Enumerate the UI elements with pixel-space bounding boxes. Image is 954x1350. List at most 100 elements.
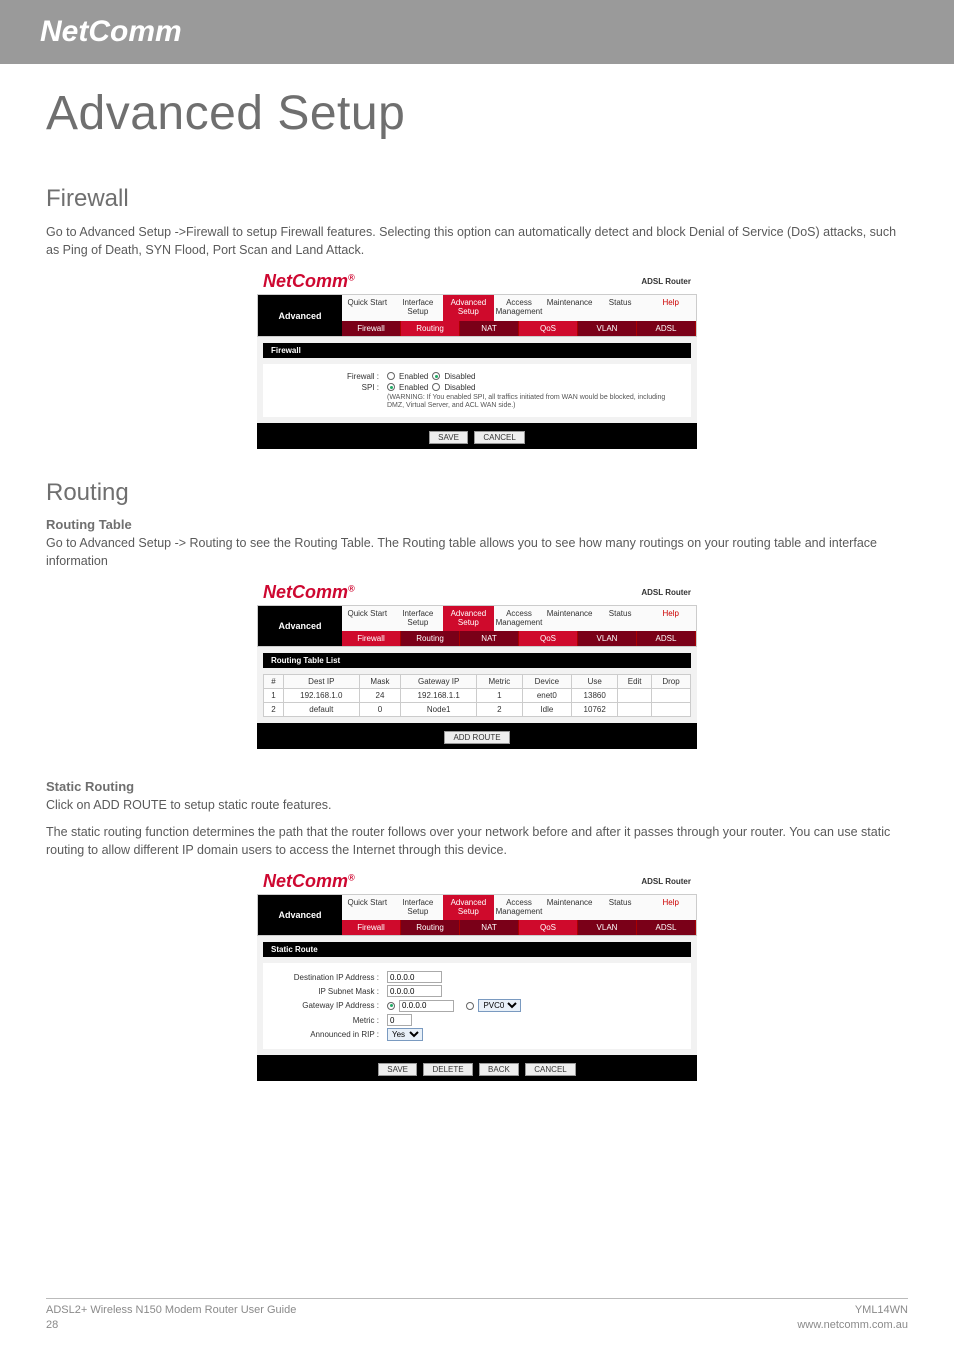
add-route-button[interactable]: ADD ROUTE: [444, 731, 509, 744]
ss-left-label-2: Advanced: [258, 606, 342, 647]
dest-ip-input[interactable]: [387, 971, 442, 983]
routing-section-title: Routing: [46, 479, 908, 507]
tab-quick-start[interactable]: Quick Start: [342, 295, 393, 321]
opt-disabled: Disabled: [444, 372, 475, 381]
subtab-firewall[interactable]: Firewall: [342, 321, 401, 336]
tab-help-3[interactable]: Help: [645, 895, 696, 921]
th-use: Use: [572, 675, 618, 689]
tab-advanced-setup[interactable]: Advanced Setup: [443, 295, 494, 321]
ss-logo: NetComm: [263, 271, 348, 291]
table-row: 1 192.168.1.0 24 192.168.1.1 1 enet0 138…: [264, 689, 691, 703]
save-button[interactable]: SAVE: [429, 431, 468, 444]
subnet-mask-input[interactable]: [387, 985, 442, 997]
subtab-nat-3[interactable]: NAT: [460, 920, 519, 935]
routing-screenshot: NetComm® ADSL Router Advanced Quick Star…: [257, 578, 697, 750]
tab-help-2[interactable]: Help: [645, 606, 696, 632]
th-gw: Gateway IP: [401, 675, 477, 689]
page-footer: ADSL2+ Wireless N150 Modem Router User G…: [46, 1298, 908, 1332]
tab-quick-start-3[interactable]: Quick Start: [342, 895, 393, 921]
gateway-ip-input[interactable]: [399, 1000, 454, 1012]
tab-access-mgmt[interactable]: Access Management: [494, 295, 545, 321]
subtab-routing-2[interactable]: Routing: [401, 631, 460, 646]
spi-disabled-radio[interactable]: [432, 383, 440, 391]
tab-maintenance-3[interactable]: Maintenance: [544, 895, 595, 921]
subtab-adsl-3[interactable]: ADSL: [637, 920, 696, 935]
subnet-mask-label: IP Subnet Mask :: [273, 987, 383, 996]
footer-model: YML14WN: [797, 1303, 908, 1317]
tab-advanced-setup-2[interactable]: Advanced Setup: [443, 606, 494, 632]
opt-enabled-2: Enabled: [399, 383, 428, 392]
header-band: NetComm: [0, 0, 954, 64]
subtab-qos-2[interactable]: QoS: [519, 631, 578, 646]
spi-enabled-radio[interactable]: [387, 383, 395, 391]
subtab-firewall-3[interactable]: Firewall: [342, 920, 401, 935]
cancel-button[interactable]: CANCEL: [474, 431, 524, 444]
th-destip: Dest IP: [283, 675, 359, 689]
firewall-section-title: Firewall: [46, 185, 908, 213]
back-button[interactable]: BACK: [479, 1063, 519, 1076]
subtab-vlan-3[interactable]: VLAN: [578, 920, 637, 935]
tab-interface-setup[interactable]: Interface Setup: [393, 295, 444, 321]
opt-disabled-2: Disabled: [444, 383, 475, 392]
firewall-disabled-radio[interactable]: [432, 372, 440, 380]
ss-left-label: Advanced: [258, 295, 342, 336]
subtab-qos-3[interactable]: QoS: [519, 920, 578, 935]
rip-label: Announced in RIP :: [273, 1030, 383, 1039]
tab-status-2[interactable]: Status: [595, 606, 646, 632]
rip-select[interactable]: Yes: [387, 1028, 423, 1041]
subtab-vlan-2[interactable]: VLAN: [578, 631, 637, 646]
tab-interface-setup-3[interactable]: Interface Setup: [393, 895, 444, 921]
subtab-nat[interactable]: NAT: [460, 321, 519, 336]
subtab-qos[interactable]: QoS: [519, 321, 578, 336]
tab-maintenance-2[interactable]: Maintenance: [544, 606, 595, 632]
gateway-ip-radio[interactable]: [387, 1002, 395, 1010]
subtab-vlan[interactable]: VLAN: [578, 321, 637, 336]
save-button-2[interactable]: SAVE: [378, 1063, 417, 1076]
table-row: 2 default 0 Node1 2 Idle 10762: [264, 703, 691, 717]
tab-status-3[interactable]: Status: [595, 895, 646, 921]
firewall-screenshot: NetComm® ADSL Router Advanced Quick Star…: [257, 267, 697, 448]
footer-page-number: 28: [46, 1318, 296, 1332]
ss-left-label-3: Advanced: [258, 895, 342, 936]
tab-interface-setup-2[interactable]: Interface Setup: [393, 606, 444, 632]
spi-toggle-label: SPI :: [273, 383, 383, 392]
subtab-routing[interactable]: Routing: [401, 321, 460, 336]
firewall-desc: Go to Advanced Setup ->Firewall to setup…: [46, 223, 908, 259]
gateway-ip-label: Gateway IP Address :: [273, 1001, 383, 1010]
cancel-button-2[interactable]: CANCEL: [525, 1063, 575, 1076]
delete-button[interactable]: DELETE: [423, 1063, 472, 1076]
adsl-router-label-3: ADSL Router: [641, 877, 691, 886]
subtab-routing-3[interactable]: Routing: [401, 920, 460, 935]
pvc-select[interactable]: PVC0: [478, 999, 521, 1012]
subtab-adsl[interactable]: ADSL: [637, 321, 696, 336]
ss-tabs-secondary: Firewall Routing NAT QoS VLAN ADSL: [342, 321, 696, 336]
th-edit: Edit: [618, 675, 652, 689]
tab-help[interactable]: Help: [645, 295, 696, 321]
th-drop: Drop: [651, 675, 690, 689]
tab-access-mgmt-2[interactable]: Access Management: [494, 606, 545, 632]
firewall-enabled-radio[interactable]: [387, 372, 395, 380]
opt-enabled: Enabled: [399, 372, 428, 381]
subtab-adsl-2[interactable]: ADSL: [637, 631, 696, 646]
content-area: Advanced Setup Firewall Go to Advanced S…: [0, 86, 954, 1081]
subtab-nat-2[interactable]: NAT: [460, 631, 519, 646]
brand-logo: NetComm: [40, 15, 182, 49]
tab-advanced-setup-3[interactable]: Advanced Setup: [443, 895, 494, 921]
static-routing-subtitle: Static Routing: [46, 779, 908, 794]
adsl-router-label: ADSL Router: [641, 277, 691, 286]
metric-input[interactable]: [387, 1014, 412, 1026]
gateway-pvc-radio[interactable]: [466, 1002, 474, 1010]
spi-warning: (WARNING: If You enabled SPI, all traffi…: [387, 394, 681, 411]
firewall-toggle-label: Firewall :: [273, 372, 383, 381]
footer-guide-title: ADSL2+ Wireless N150 Modem Router User G…: [46, 1303, 296, 1317]
routing-table-panel-header: Routing Table List: [263, 653, 691, 668]
subtab-firewall-2[interactable]: Firewall: [342, 631, 401, 646]
tab-access-mgmt-3[interactable]: Access Management: [494, 895, 545, 921]
tab-status[interactable]: Status: [595, 295, 646, 321]
routing-desc: Go to Advanced Setup -> Routing to see t…: [46, 534, 908, 570]
tab-quick-start-2[interactable]: Quick Start: [342, 606, 393, 632]
tab-maintenance[interactable]: Maintenance: [544, 295, 595, 321]
routing-table-subtitle: Routing Table: [46, 517, 908, 532]
static-routing-p1: Click on ADD ROUTE to setup static route…: [46, 796, 908, 814]
reg-mark-2: ®: [348, 584, 355, 594]
